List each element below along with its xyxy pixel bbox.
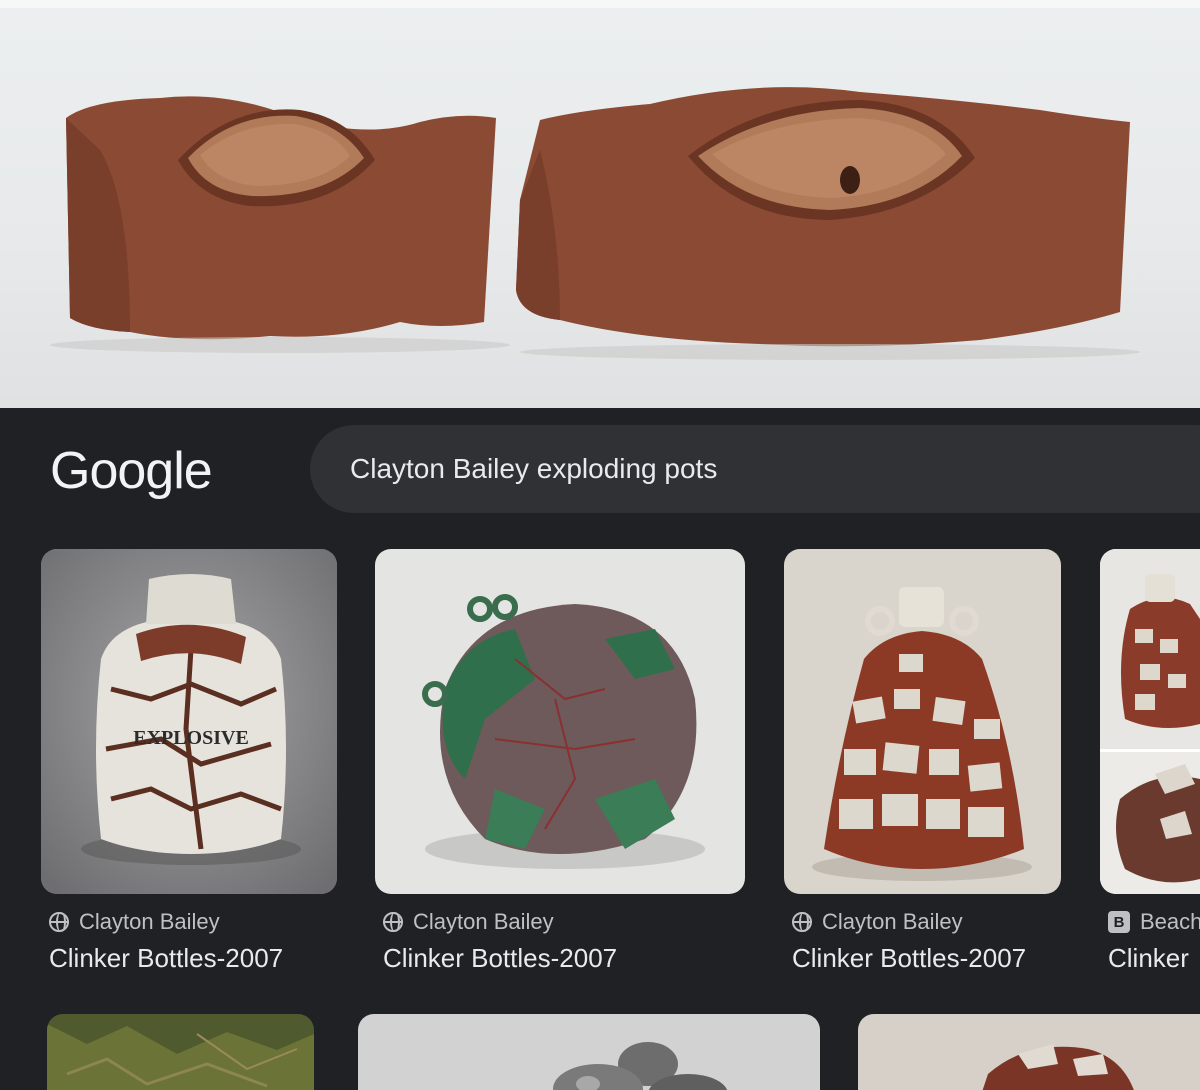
result-source-2[interactable]: Clayton Bailey bbox=[383, 909, 554, 935]
result-image-2[interactable] bbox=[375, 549, 745, 894]
clay-samples-photo bbox=[0, 0, 1200, 408]
result-image-1[interactable]: EXPLOSIVE bbox=[41, 549, 337, 894]
result-source-label: Clayton Bailey bbox=[822, 909, 963, 934]
result-source-label: Clayton Bailey bbox=[79, 909, 220, 934]
result-source-1[interactable]: Clayton Bailey bbox=[49, 909, 220, 935]
result-title-1[interactable]: Clinker Bottles-2007 bbox=[49, 943, 283, 974]
globe-icon bbox=[383, 912, 403, 932]
result-image-7[interactable] bbox=[858, 1014, 1200, 1090]
result-source-4[interactable]: B Beach bbox=[1108, 909, 1200, 935]
result-image-3[interactable] bbox=[784, 549, 1061, 894]
search-results-panel: Google Clayton Bailey exploding pots EXP… bbox=[0, 408, 1200, 1090]
result-image-6[interactable] bbox=[358, 1014, 820, 1090]
result-title-3[interactable]: Clinker Bottles-2007 bbox=[792, 943, 1026, 974]
result-title-2[interactable]: Clinker Bottles-2007 bbox=[383, 943, 617, 974]
search-input[interactable]: Clayton Bailey exploding pots bbox=[350, 453, 717, 485]
result-image-5[interactable] bbox=[47, 1014, 314, 1090]
result-source-3[interactable]: Clayton Bailey bbox=[792, 909, 963, 935]
explosive-label: EXPLOSIVE bbox=[133, 727, 249, 749]
search-bar[interactable]: Clayton Bailey exploding pots bbox=[310, 425, 1200, 513]
result-source-label: Clayton Bailey bbox=[413, 909, 554, 934]
result-source-label: Beach bbox=[1140, 909, 1200, 934]
result-image-4[interactable] bbox=[1100, 549, 1200, 894]
globe-icon bbox=[792, 912, 812, 932]
google-logo[interactable]: Google bbox=[50, 441, 213, 501]
b-site-icon: B bbox=[1108, 911, 1130, 933]
globe-icon bbox=[49, 912, 69, 932]
result-title-4[interactable]: Clinker bbox=[1108, 943, 1189, 974]
